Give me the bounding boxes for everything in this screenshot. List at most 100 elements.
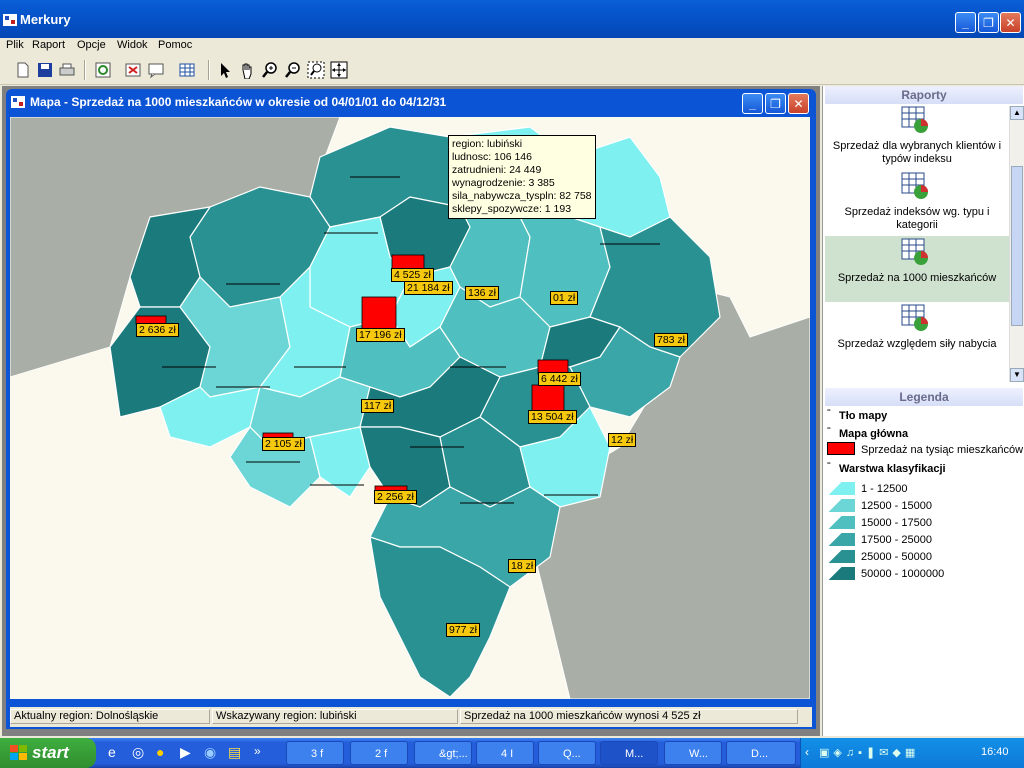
toolbar [0, 56, 1024, 85]
tooltip-line: region: lubiński [452, 138, 523, 150]
print-icon[interactable] [58, 61, 76, 79]
refresh-icon[interactable] [94, 61, 112, 79]
task-window[interactable]: W... [664, 741, 722, 765]
firefox-icon[interactable]: ● [156, 744, 164, 760]
system-tray: ‹ ▣◈♫▪❚✉◆▦ 16:40 [800, 738, 1024, 768]
menubar: Plik Raport Opcje Widok Pomoc [0, 38, 1024, 56]
legend-swatch [827, 516, 855, 529]
collapse-icon[interactable]: ˉ [827, 461, 831, 473]
comment-icon[interactable] [147, 61, 165, 79]
legend-range-label: 12500 - 15000 [861, 500, 932, 512]
task-firefox[interactable]: &gt;... [414, 741, 472, 765]
start-label: start [32, 743, 69, 762]
minimize-button[interactable]: _ [955, 12, 976, 33]
legend-background[interactable]: Tło mapy [839, 410, 887, 422]
legend-range-label: 15000 - 17500 [861, 517, 932, 529]
media-icon[interactable]: ▶ [180, 744, 191, 761]
map-label: 136 zł [465, 286, 500, 300]
tooltip-line: wynagrodzenie: 3 385 [452, 177, 555, 189]
zoom-in-icon[interactable] [261, 61, 279, 79]
report-label: Sprzedaż na 1000 mieszkańców [837, 272, 997, 284]
more-icon[interactable]: » [254, 744, 261, 758]
delete-icon[interactable] [124, 61, 142, 79]
map-minimize-button[interactable]: _ [742, 93, 763, 114]
scroll-thumb[interactable] [1011, 166, 1023, 326]
task-merkury[interactable]: M... [600, 741, 658, 765]
scroll-down-arrow-icon[interactable]: ▼ [1010, 368, 1024, 382]
menu-widok[interactable]: Widok [117, 39, 148, 51]
report-label: Sprzedaż indeksów wg. typu i kategorii [844, 206, 990, 231]
legend: ˉ Tło mapy ˉ Mapa główna Sprzedaż na tys… [823, 406, 1024, 736]
region-tooltip: region: lubiński ludnosc: 106 146 zatrud… [448, 135, 596, 219]
legend-range-label: 50000 - 1000000 [861, 568, 945, 580]
map-window: Mapa - Sprzedaż na 1000 mieszkańców w ok… [6, 89, 816, 729]
tooltip-line: ludnosc: 106 146 [452, 151, 532, 163]
report-item[interactable]: Sprzedaż dla wybranych klientów i typów … [825, 104, 1009, 170]
menu-opcje[interactable]: Opcje [77, 39, 106, 51]
scroll-up-arrow-icon[interactable]: ▲ [1010, 106, 1024, 120]
collapse-icon[interactable]: ˉ [827, 408, 831, 420]
reports-scrollbar[interactable]: ▲ ▼ [1009, 106, 1024, 382]
start-button[interactable]: start [0, 738, 96, 768]
status-value: Sprzedaż na 1000 mieszkańców wynosi 4 52… [460, 709, 798, 724]
pan-hand-icon[interactable] [238, 61, 256, 79]
table-icon[interactable] [178, 61, 196, 79]
zoom-extent-icon[interactable] [330, 61, 348, 79]
menu-plik[interactable]: Plik [6, 39, 24, 51]
collapse-icon[interactable]: ˉ [827, 426, 831, 438]
tray-arrow-icon[interactable]: ‹ [805, 745, 809, 759]
toolbar-separator [84, 60, 86, 80]
reports-header: Raporty [825, 86, 1023, 104]
legend-main-map[interactable]: Mapa główna [839, 428, 908, 440]
report-chart-icon [901, 238, 928, 265]
save-icon[interactable] [36, 61, 54, 79]
messenger-icon[interactable]: ◉ [204, 744, 216, 761]
map-maximize-button[interactable]: ❐ [765, 93, 786, 114]
task-excel[interactable]: 3 f [286, 741, 344, 765]
legend-swatch [827, 442, 855, 455]
maximize-button[interactable]: ❐ [978, 12, 999, 33]
legend-swatch [827, 533, 855, 546]
folder-icon[interactable]: ▤ [228, 744, 241, 761]
menu-pomoc[interactable]: Pomoc [158, 39, 192, 51]
task-app[interactable]: 2 f [350, 741, 408, 765]
map-close-button[interactable]: ✕ [788, 93, 809, 114]
pointer-icon[interactable] [216, 61, 234, 79]
report-chart-icon [901, 304, 928, 331]
app-icon[interactable]: ◎ [132, 744, 144, 761]
menu-raport[interactable]: Raport [32, 39, 65, 51]
ie-icon[interactable]: e [108, 744, 116, 760]
quick-launch: e ◎ ● ▶ ◉ ▤ » [104, 744, 274, 762]
new-icon[interactable] [14, 61, 32, 79]
report-label: Sprzedaż dla wybranych klientów i typów … [832, 140, 1002, 165]
report-item[interactable]: Sprzedaż względem siły nabycia [825, 302, 1009, 368]
legend-swatch [827, 567, 855, 580]
map-svg [10, 117, 810, 699]
tray-icons[interactable]: ▣◈♫▪❚✉◆▦ [819, 746, 939, 760]
legend-header: Legenda [825, 388, 1023, 406]
legend-range-label: 25000 - 50000 [861, 551, 932, 563]
report-item[interactable]: Sprzedaż indeksów wg. typu i kategorii [825, 170, 1009, 236]
task-folder[interactable]: D... [726, 741, 796, 765]
task-ie[interactable]: 4 I [476, 741, 534, 765]
map-label: 6 442 zł [538, 372, 581, 386]
report-item-selected[interactable]: Sprzedaż na 1000 mieszkańców [825, 236, 1009, 302]
status-bar: Aktualny region: Dolnośląskie Wskazywany… [10, 707, 812, 727]
tooltip-line: sila_nabywcza_tyspln: 82 758 [452, 190, 592, 202]
legend-swatch [827, 482, 855, 495]
task-word[interactable]: Q... [538, 741, 596, 765]
legend-range-label: 17500 - 25000 [861, 534, 932, 546]
close-button[interactable]: ✕ [1000, 12, 1021, 33]
legend-class-layer[interactable]: Warstwa klasyfikacji [839, 463, 946, 475]
zoom-rect-icon[interactable] [307, 61, 325, 79]
report-label: Sprzedaż względem siły nabycia [837, 338, 997, 350]
map-label: 18 zł [508, 559, 537, 573]
map-label: 2 256 zł [374, 490, 417, 504]
app-titlebar: Merkury _ ❐ ✕ [0, 0, 1024, 40]
taskbar: start e ◎ ● ▶ ◉ ▤ » 3 f 2 f &gt;... 4 I … [0, 738, 1024, 768]
map-canvas[interactable]: 4 525 zł 21 184 zł 136 zł 01 zł 17 196 z… [10, 117, 810, 699]
report-chart-icon [901, 106, 928, 133]
map-label: 17 196 zł [356, 328, 405, 342]
legend-range-label: 1 - 12500 [861, 483, 908, 495]
zoom-out-icon[interactable] [284, 61, 302, 79]
